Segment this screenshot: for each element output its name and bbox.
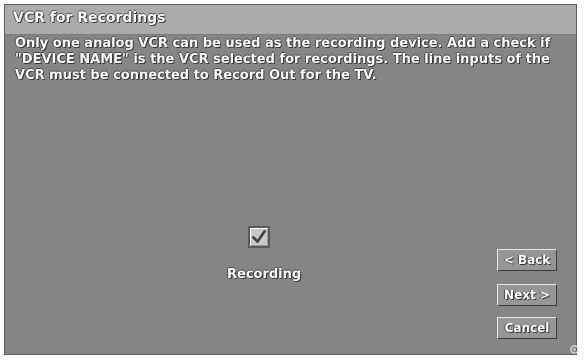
checkmark-icon (251, 229, 267, 244)
instruction-text: Only one analog VCR can be used as the r… (15, 36, 570, 84)
title-bar: VCR for Recordings (5, 5, 576, 35)
instruction-line-3: VCR must be connected to Record Out for … (15, 68, 377, 83)
instruction-line-1: Only one analog VCR can be used as the r… (15, 36, 551, 51)
instruction-line-2: "DEVICE NAME" is the VCR selected for re… (15, 52, 550, 67)
recording-checkbox-label[interactable]: Recording (227, 267, 301, 282)
dialog-title: VCR for Recordings (13, 10, 166, 26)
corner-mark-icon (570, 345, 579, 354)
cancel-button[interactable]: Cancel (497, 317, 557, 339)
next-button[interactable]: Next > (497, 284, 557, 306)
vcr-recordings-dialog: VCR for Recordings Only one analog VCR c… (4, 4, 579, 355)
recording-checkbox[interactable] (248, 226, 270, 248)
back-button[interactable]: < Back (497, 249, 557, 271)
